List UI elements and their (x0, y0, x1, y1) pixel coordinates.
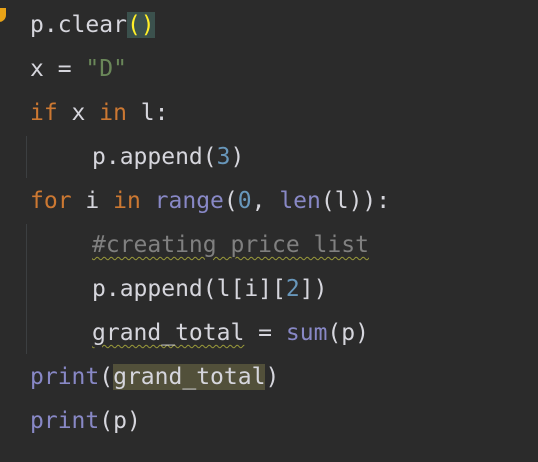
code-token: x = (30, 56, 86, 82)
code-line-7[interactable]: p.append(l[i][2]) (30, 274, 327, 304)
string-literal: "D" (85, 56, 127, 82)
code-token: ]) (299, 276, 328, 302)
code-editor[interactable]: p.clear() x = "D" if x in l: p.append(3)… (0, 0, 538, 462)
indent-guide (26, 136, 27, 178)
code-token: ) (265, 364, 280, 390)
code-token: i (71, 188, 114, 214)
number-literal: 2 (285, 276, 300, 302)
code-token: p.append( (92, 144, 217, 170)
keyword: in (113, 188, 141, 214)
indent-guide (26, 224, 27, 354)
code-token: (p) (327, 320, 369, 346)
builtin-function: print (30, 408, 100, 434)
code-line-2[interactable]: x = "D" (30, 54, 127, 84)
code-token: , (251, 188, 280, 214)
code-token: l: (126, 100, 169, 126)
code-line-9[interactable]: print(grand_total) (30, 362, 279, 392)
code-line-6[interactable]: #creating price list (30, 230, 369, 260)
code-token: (p) (99, 408, 141, 434)
code-token: p.append(l[i][ (92, 276, 286, 302)
builtin-function: print (30, 364, 100, 390)
code-line-8[interactable]: grand_total = sum(p) (30, 318, 369, 348)
builtin-function: range (154, 188, 224, 214)
code-line-5[interactable]: for i in range(0, len(l)): (30, 186, 390, 216)
number-literal: 0 (237, 188, 252, 214)
keyword: if (30, 100, 58, 126)
keyword: for (30, 188, 72, 214)
code-token: = (244, 320, 286, 346)
keyword: in (99, 100, 127, 126)
code-token: (l)): (320, 188, 391, 214)
intention-bulb-icon[interactable] (0, 8, 6, 22)
variable-name: grand_total (92, 320, 245, 346)
code-line-4[interactable]: p.append(3) (30, 142, 244, 172)
builtin-function: len (279, 188, 321, 214)
builtin-function: sum (285, 320, 328, 346)
code-token: p.clear (30, 12, 127, 38)
variable-usage-highlight: grand_total (113, 364, 266, 390)
code-token: ( (99, 364, 114, 390)
number-literal: 3 (216, 144, 231, 170)
code-token: ) (230, 144, 245, 170)
code-line-1[interactable]: p.clear() (30, 10, 155, 40)
code-line-3[interactable]: if x in l: (30, 98, 169, 128)
code-line-10[interactable]: print(p) (30, 406, 141, 436)
code-token: ( (223, 188, 238, 214)
matched-paren: () (126, 12, 155, 38)
comment: #creating price list (92, 232, 369, 258)
code-token: x (57, 100, 100, 126)
